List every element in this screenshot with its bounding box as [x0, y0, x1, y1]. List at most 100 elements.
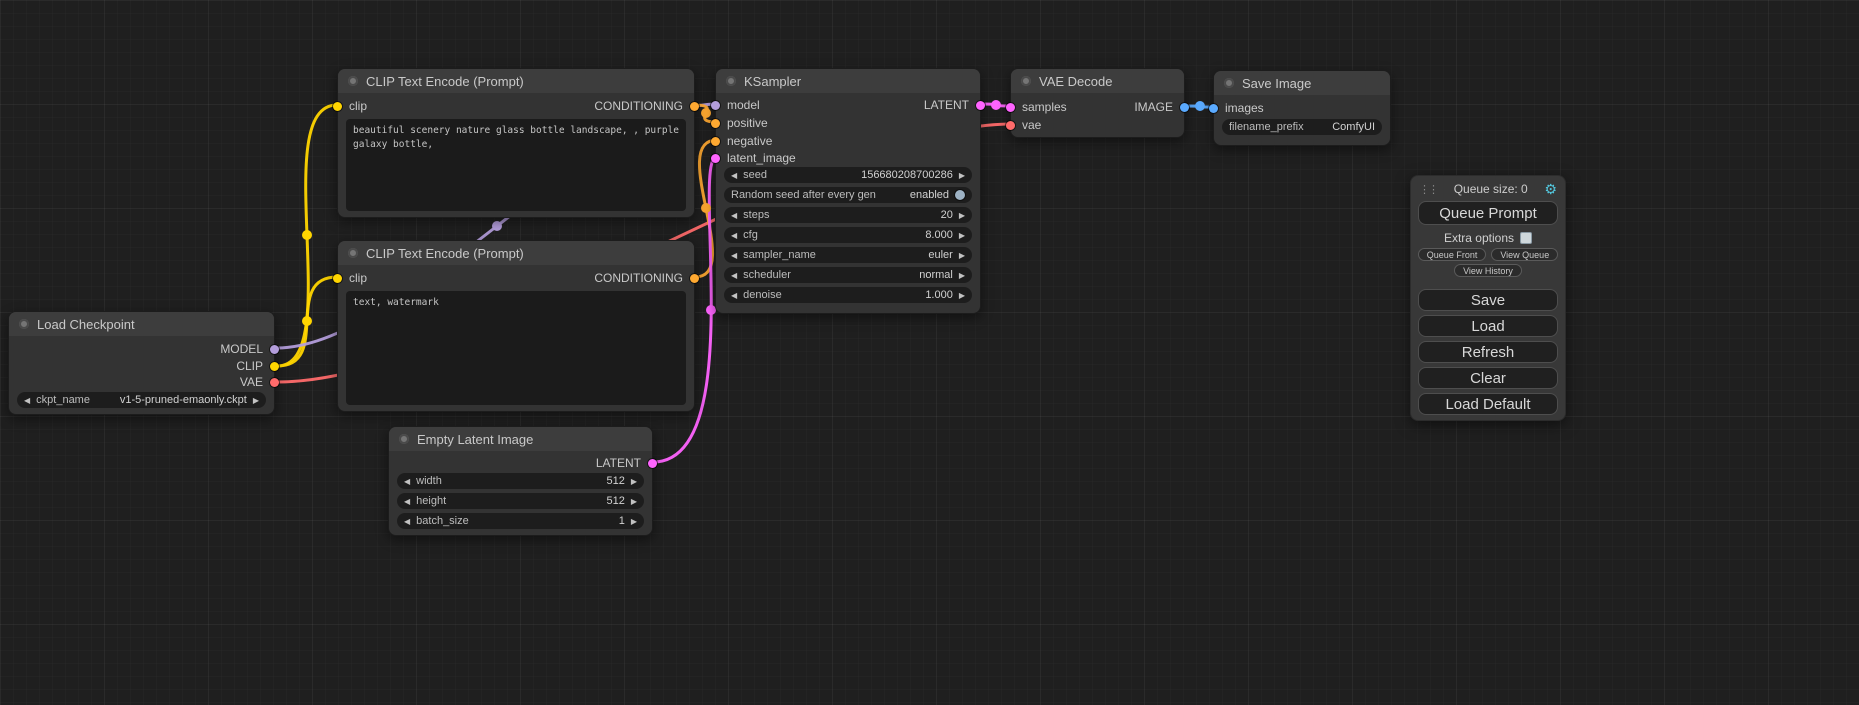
- extra-options-checkbox[interactable]: [1520, 232, 1532, 244]
- extra-options-label: Extra options: [1444, 231, 1514, 245]
- node-title-bar[interactable]: KSampler: [716, 69, 980, 93]
- arrow-left-icon[interactable]: ◀: [404, 477, 410, 486]
- widget-steps[interactable]: ◀ steps 20 ▶: [724, 207, 972, 223]
- arrow-right-icon[interactable]: ▶: [959, 271, 965, 280]
- node-title-bar[interactable]: Save Image: [1214, 71, 1390, 95]
- output-dot-conditioning[interactable]: [690, 274, 699, 283]
- node-title-bar[interactable]: Load Checkpoint: [9, 312, 274, 336]
- slot-label: clip: [349, 271, 367, 285]
- refresh-button[interactable]: Refresh: [1418, 341, 1558, 363]
- arrow-left-icon[interactable]: ◀: [731, 231, 737, 240]
- arrow-right-icon[interactable]: ▶: [959, 231, 965, 240]
- queue-front-button[interactable]: Queue Front: [1418, 248, 1487, 261]
- input-dot-images[interactable]: [1209, 104, 1218, 113]
- arrow-left-icon[interactable]: ◀: [731, 271, 737, 280]
- widget-filename-prefix[interactable]: filename_prefix ComfyUI: [1222, 119, 1382, 135]
- widget-random-seed-toggle[interactable]: Random seed after every gen enabled: [724, 187, 972, 203]
- widget-batch-size[interactable]: ◀ batch_size 1 ▶: [397, 513, 644, 529]
- widget-width[interactable]: ◀ width 512 ▶: [397, 473, 644, 489]
- arrow-left-icon[interactable]: ◀: [404, 517, 410, 526]
- arrow-left-icon[interactable]: ◀: [731, 291, 737, 300]
- prompt-textarea[interactable]: beautiful scenery nature glass bottle la…: [346, 119, 686, 211]
- node-clip-text-encode-positive[interactable]: CLIP Text Encode (Prompt) clip CONDITION…: [337, 68, 695, 218]
- input-dot-positive[interactable]: [711, 119, 720, 128]
- prompt-textarea[interactable]: text, watermark: [346, 291, 686, 405]
- save-button[interactable]: Save: [1418, 289, 1558, 311]
- queue-prompt-button[interactable]: Queue Prompt: [1418, 201, 1558, 225]
- node-graph-canvas[interactable]: Load Checkpoint MODEL CLIP VAE ◀ ckpt_na…: [0, 0, 1859, 705]
- node-ksampler[interactable]: KSampler model positive negative latent_…: [715, 68, 981, 314]
- arrow-right-icon[interactable]: ▶: [959, 291, 965, 300]
- input-dot-negative[interactable]: [711, 137, 720, 146]
- collapse-dot[interactable]: [399, 434, 409, 444]
- arrow-left-icon[interactable]: ◀: [404, 497, 410, 506]
- arrow-left-icon[interactable]: ◀: [731, 171, 737, 180]
- widget-sampler-name[interactable]: ◀ sampler_name euler ▶: [724, 247, 972, 263]
- collapse-dot[interactable]: [348, 248, 358, 258]
- output-dot-model[interactable]: [270, 345, 279, 354]
- output-dot-clip[interactable]: [270, 362, 279, 371]
- widget-value: 1: [619, 515, 625, 527]
- view-queue-button[interactable]: View Queue: [1491, 248, 1558, 261]
- load-button[interactable]: Load: [1418, 315, 1558, 337]
- output-dot-vae[interactable]: [270, 378, 279, 387]
- view-history-button[interactable]: View History: [1454, 264, 1522, 277]
- clear-button[interactable]: Clear: [1418, 367, 1558, 389]
- output-dot-image[interactable]: [1180, 103, 1189, 112]
- slot-label: vae: [1022, 118, 1041, 132]
- node-title: CLIP Text Encode (Prompt): [366, 246, 524, 261]
- input-dot-vae[interactable]: [1006, 121, 1015, 130]
- arrow-right-icon[interactable]: ▶: [631, 477, 637, 486]
- arrow-left-icon[interactable]: ◀: [731, 211, 737, 220]
- collapse-dot[interactable]: [726, 76, 736, 86]
- node-title-bar[interactable]: Empty Latent Image: [389, 427, 652, 451]
- arrow-left-icon[interactable]: ◀: [731, 251, 737, 260]
- output-dot-latent[interactable]: [976, 101, 985, 110]
- widget-seed[interactable]: ◀ seed 156680208700286 ▶: [724, 167, 972, 183]
- widget-denoise[interactable]: ◀ denoise 1.000 ▶: [724, 287, 972, 303]
- arrow-right-icon[interactable]: ▶: [959, 211, 965, 220]
- node-save-image[interactable]: Save Image images filename_prefix ComfyU…: [1213, 70, 1391, 146]
- widget-cfg[interactable]: ◀ cfg 8.000 ▶: [724, 227, 972, 243]
- output-slot-latent: LATENT: [596, 456, 657, 470]
- collapse-dot[interactable]: [1224, 78, 1234, 88]
- arrow-right-icon[interactable]: ▶: [253, 396, 259, 405]
- widget-height[interactable]: ◀ height 512 ▶: [397, 493, 644, 509]
- arrow-right-icon[interactable]: ▶: [959, 251, 965, 260]
- input-slot-vae: vae: [1006, 118, 1041, 132]
- widget-value: 8.000: [925, 229, 953, 241]
- input-dot-clip[interactable]: [333, 274, 342, 283]
- node-load-checkpoint[interactable]: Load Checkpoint MODEL CLIP VAE ◀ ckpt_na…: [8, 311, 275, 415]
- output-dot-conditioning[interactable]: [690, 102, 699, 111]
- widget-scheduler[interactable]: ◀ scheduler normal ▶: [724, 267, 972, 283]
- node-clip-text-encode-negative[interactable]: CLIP Text Encode (Prompt) clip CONDITION…: [337, 240, 695, 412]
- input-dot-model[interactable]: [711, 101, 720, 110]
- input-dot-samples[interactable]: [1006, 103, 1015, 112]
- node-vae-decode[interactable]: VAE Decode samples vae IMAGE: [1010, 68, 1185, 138]
- arrow-right-icon[interactable]: ▶: [631, 497, 637, 506]
- arrow-left-icon[interactable]: ◀: [24, 396, 30, 405]
- widget-name: scheduler: [743, 269, 913, 281]
- toggle-enabled-icon[interactable]: [955, 190, 965, 200]
- widget-name: filename_prefix: [1229, 121, 1326, 133]
- drag-handle-icon[interactable]: ⋮⋮: [1419, 183, 1437, 196]
- node-title-bar[interactable]: VAE Decode: [1011, 69, 1184, 93]
- settings-gear-icon[interactable]: ⚙: [1544, 181, 1557, 198]
- slot-label: VAE: [240, 375, 263, 389]
- input-dot-latent-image[interactable]: [711, 154, 720, 163]
- output-dot-latent[interactable]: [648, 459, 657, 468]
- widget-name: steps: [743, 209, 934, 221]
- node-title-bar[interactable]: CLIP Text Encode (Prompt): [338, 241, 694, 265]
- node-empty-latent-image[interactable]: Empty Latent Image LATENT ◀ width 512 ▶ …: [388, 426, 653, 536]
- widget-ckpt-name[interactable]: ◀ ckpt_name v1-5-pruned-emaonly.ckpt ▶: [17, 392, 266, 408]
- node-title-bar[interactable]: CLIP Text Encode (Prompt): [338, 69, 694, 93]
- arrow-right-icon[interactable]: ▶: [631, 517, 637, 526]
- collapse-dot[interactable]: [348, 76, 358, 86]
- arrow-right-icon[interactable]: ▶: [959, 171, 965, 180]
- collapse-dot[interactable]: [1021, 76, 1031, 86]
- widget-value: 512: [606, 495, 624, 507]
- link-midpoint-dot: [1195, 101, 1205, 111]
- input-dot-clip[interactable]: [333, 102, 342, 111]
- load-default-button[interactable]: Load Default: [1418, 393, 1558, 415]
- collapse-dot[interactable]: [19, 319, 29, 329]
